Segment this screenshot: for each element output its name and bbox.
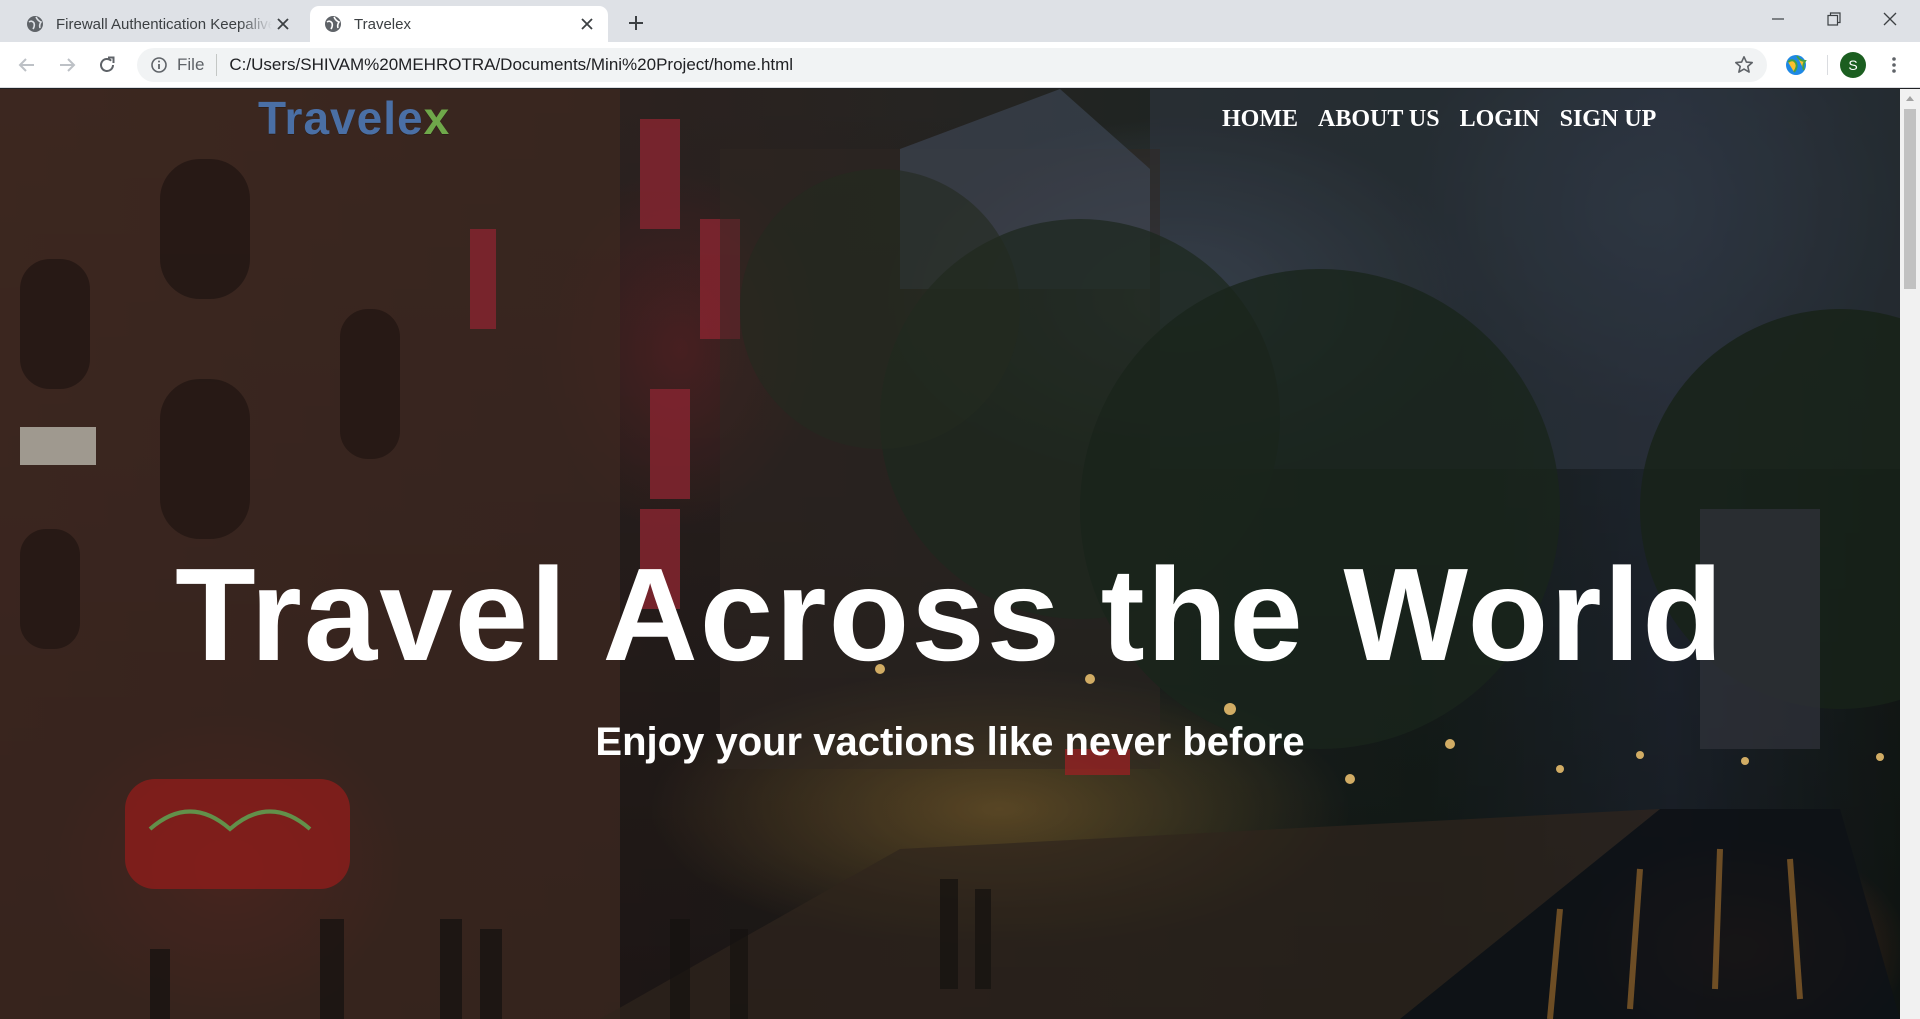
- hero-title: Travel Across the World: [175, 541, 1725, 688]
- page-viewport: Travelex HOME ABOUT US LOGIN SIGN UP Tra…: [0, 89, 1900, 1019]
- logo-main-text: Travele: [258, 92, 424, 144]
- more-vertical-icon: [1892, 57, 1896, 73]
- url-text[interactable]: C:/Users/SHIVAM%20MEHROTRA/Documents/Min…: [229, 55, 793, 75]
- tab-travelex[interactable]: Travelex: [310, 6, 608, 42]
- star-icon[interactable]: [1733, 54, 1755, 76]
- extension-icon[interactable]: [1783, 52, 1809, 78]
- globe-icon: [27, 16, 43, 32]
- page-scrollbar[interactable]: [1900, 89, 1920, 1019]
- nav-login[interactable]: LOGIN: [1460, 106, 1540, 133]
- close-tab-icon[interactable]: [272, 13, 294, 35]
- scrollbar-thumb[interactable]: [1904, 109, 1916, 289]
- new-tab-button[interactable]: [622, 9, 650, 37]
- reload-button[interactable]: [91, 49, 123, 81]
- scroll-up-arrow-icon[interactable]: [1900, 89, 1920, 106]
- browser-toolbar: File C:/Users/SHIVAM%20MEHROTRA/Document…: [0, 42, 1920, 88]
- arrow-left-icon: [18, 58, 34, 72]
- globe-icon: [325, 16, 341, 32]
- close-icon: [1883, 12, 1897, 26]
- close-window-button[interactable]: [1862, 0, 1918, 38]
- forward-button[interactable]: [51, 49, 83, 81]
- address-separator: [216, 54, 218, 76]
- scheme-label: File: [177, 55, 205, 74]
- toolbar-divider: [1827, 55, 1828, 75]
- tab-title: Firewall Authentication Keepalive Window: [56, 15, 272, 33]
- restore-icon: [1827, 12, 1841, 26]
- info-icon[interactable]: [149, 55, 169, 75]
- arrow-right-icon: [60, 58, 76, 72]
- nav-sign-up[interactable]: SIGN UP: [1560, 106, 1657, 133]
- close-tab-icon[interactable]: [576, 13, 598, 35]
- logo-accent-text: x: [423, 92, 451, 144]
- restore-button[interactable]: [1806, 0, 1862, 38]
- nav-about-us[interactable]: ABOUT US: [1318, 106, 1440, 133]
- minimize-icon: [1772, 18, 1784, 20]
- tab-title: Travelex: [354, 15, 411, 33]
- hero-subtitle: Enjoy your vactions like never before: [595, 720, 1305, 764]
- nav-home[interactable]: HOME: [1222, 106, 1298, 133]
- main-nav: HOME ABOUT US LOGIN SIGN UP: [1222, 106, 1656, 133]
- menu-button[interactable]: [1880, 51, 1908, 79]
- reload-icon: [100, 56, 115, 72]
- tab-firewall[interactable]: Firewall Authentication Keepalive Window: [12, 6, 304, 42]
- profile-avatar[interactable]: S: [1840, 52, 1866, 78]
- tab-strip: Firewall Authentication Keepalive Window…: [0, 0, 1920, 42]
- site-logo[interactable]: Travelex: [258, 91, 450, 145]
- minimize-button[interactable]: [1750, 0, 1806, 38]
- back-button[interactable]: [11, 49, 43, 81]
- plus-icon: [629, 16, 643, 30]
- address-bar[interactable]: File C:/Users/SHIVAM%20MEHROTRA/Document…: [137, 48, 1767, 82]
